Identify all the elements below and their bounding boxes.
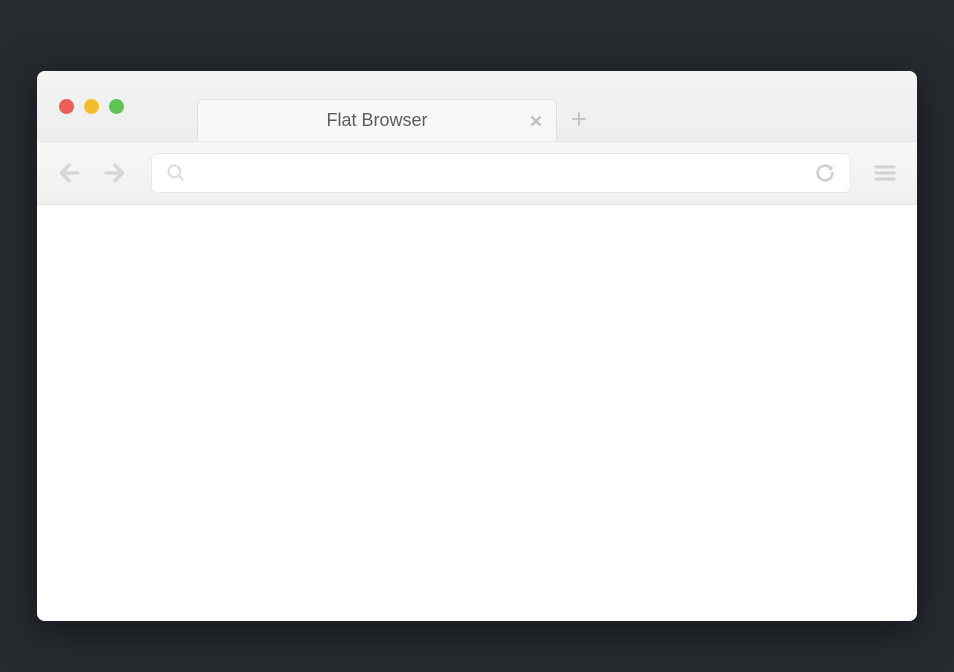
hamburger-icon xyxy=(873,161,897,185)
address-input[interactable] xyxy=(186,165,814,182)
browser-tab[interactable]: Flat Browser xyxy=(197,99,557,141)
close-tab-icon[interactable] xyxy=(530,112,542,130)
title-bar: Flat Browser xyxy=(37,71,917,141)
arrow-left-icon xyxy=(57,160,83,186)
browser-window: Flat Browser xyxy=(37,71,917,621)
address-bar[interactable] xyxy=(151,153,851,193)
maximize-window-button[interactable] xyxy=(109,99,124,114)
search-icon xyxy=(166,163,186,183)
arrow-right-icon xyxy=(101,160,127,186)
new-tab-button[interactable] xyxy=(571,109,587,131)
reload-button[interactable] xyxy=(814,162,836,184)
content-area xyxy=(37,205,917,621)
nav-buttons xyxy=(57,160,127,186)
reload-icon xyxy=(814,162,836,184)
tab-strip: Flat Browser xyxy=(197,71,587,141)
menu-button[interactable] xyxy=(873,161,897,185)
toolbar xyxy=(37,141,917,205)
traffic-lights xyxy=(59,99,124,114)
forward-button[interactable] xyxy=(101,160,127,186)
close-window-button[interactable] xyxy=(59,99,74,114)
tab-title: Flat Browser xyxy=(326,110,427,131)
back-button[interactable] xyxy=(57,160,83,186)
minimize-window-button[interactable] xyxy=(84,99,99,114)
